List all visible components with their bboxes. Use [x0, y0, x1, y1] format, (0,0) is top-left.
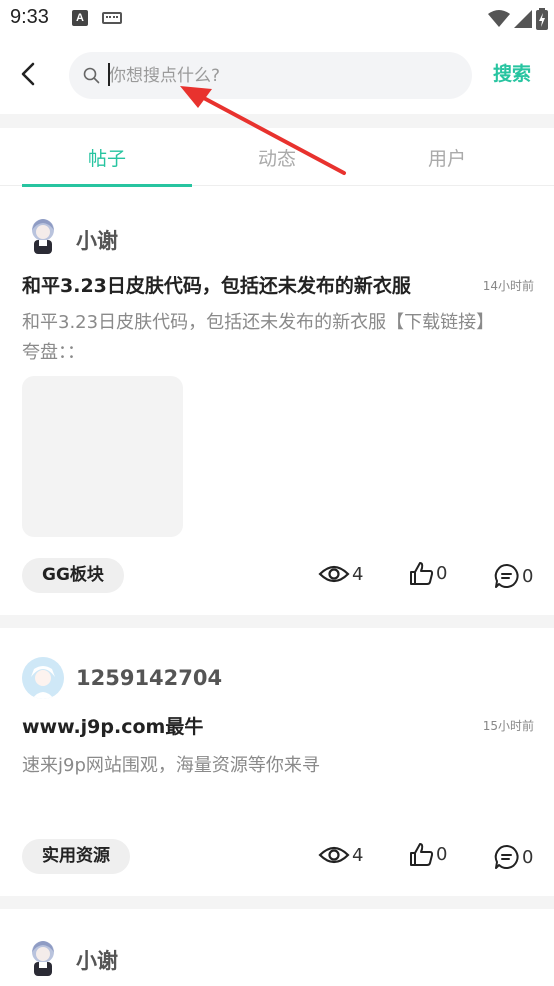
status-time: 9:33	[10, 6, 49, 28]
keyboard-icon	[102, 12, 122, 24]
likes-stat[interactable]: 0	[409, 561, 447, 586]
post-title[interactable]: 和平3.23日皮肤代码，包括还未发布的新衣服	[22, 271, 411, 298]
post-title[interactable]: www.j9p.com最牛	[22, 712, 203, 739]
thumbs-up-icon	[410, 562, 434, 585]
views-stat[interactable]: 4	[318, 563, 363, 585]
username[interactable]: 小谢	[76, 225, 118, 255]
likes-count: 0	[436, 563, 448, 584]
search-box[interactable]	[69, 52, 472, 99]
category-tag[interactable]: 实用资源	[22, 839, 130, 874]
category-tag[interactable]: GG板块	[22, 558, 124, 593]
post-excerpt: 和平3.23日皮肤代码，包括还未发布的新衣服【下载链接】夸盘：：	[22, 312, 495, 363]
tab-bar: 帖子 动态 用户	[0, 128, 554, 186]
post-time: 14小时前	[482, 279, 534, 293]
comment-icon	[494, 844, 519, 869]
status-bar: 9:33 A	[0, 0, 554, 36]
post-card[interactable]: 1259142704 www.j9p.com最牛 15小时前 速来j9p网站围观…	[0, 628, 554, 896]
thumbs-up-icon	[410, 843, 434, 866]
separator	[0, 114, 554, 128]
signal-icon	[514, 10, 532, 28]
eye-icon	[318, 846, 350, 864]
back-button[interactable]	[14, 58, 42, 90]
separator	[0, 615, 554, 628]
text-cursor	[108, 63, 110, 86]
separator	[0, 896, 554, 909]
search-input[interactable]	[109, 52, 459, 99]
views-count: 4	[352, 844, 364, 866]
comments-stat[interactable]: 0	[494, 844, 533, 870]
tab-activity[interactable]: 动态	[192, 144, 362, 171]
comments-stat[interactable]: 0	[494, 563, 533, 589]
likes-stat[interactable]: 0	[409, 842, 447, 867]
avatar[interactable]	[22, 936, 64, 978]
search-header: 搜索	[0, 44, 554, 108]
username[interactable]: 1259142704	[76, 666, 222, 690]
chevron-left-icon	[21, 62, 35, 86]
tab-posts[interactable]: 帖子	[22, 144, 192, 171]
status-right-icons	[488, 8, 548, 30]
battery-icon	[536, 8, 548, 30]
post-excerpt: 速来j9p网站围观，海量资源等你来寻	[22, 755, 320, 776]
post-card[interactable]: 小谢	[0, 909, 554, 986]
post-time: 15小时前	[482, 719, 534, 733]
avatar[interactable]	[22, 657, 64, 699]
avatar-image	[22, 657, 64, 699]
comment-icon	[494, 563, 519, 588]
tab-users[interactable]: 用户	[362, 144, 532, 171]
views-stat[interactable]: 4	[318, 844, 363, 866]
avatar-image	[32, 219, 54, 254]
avatar-image	[32, 941, 54, 976]
likes-count: 0	[436, 844, 448, 865]
comments-count: 0	[522, 565, 534, 587]
post-card[interactable]: 小谢 和平3.23日皮肤代码，包括还未发布的新衣服 14小时前 和平3.23日皮…	[0, 187, 554, 615]
avatar[interactable]	[22, 214, 64, 256]
wifi-icon	[488, 10, 510, 27]
search-icon	[83, 67, 100, 84]
username[interactable]: 小谢	[76, 945, 118, 975]
post-image-placeholder[interactable]	[22, 376, 183, 537]
eye-icon	[318, 565, 350, 583]
views-count: 4	[352, 563, 364, 585]
notification-a-icon: A	[72, 10, 88, 26]
search-button[interactable]: 搜索	[493, 59, 531, 86]
comments-count: 0	[522, 846, 534, 868]
